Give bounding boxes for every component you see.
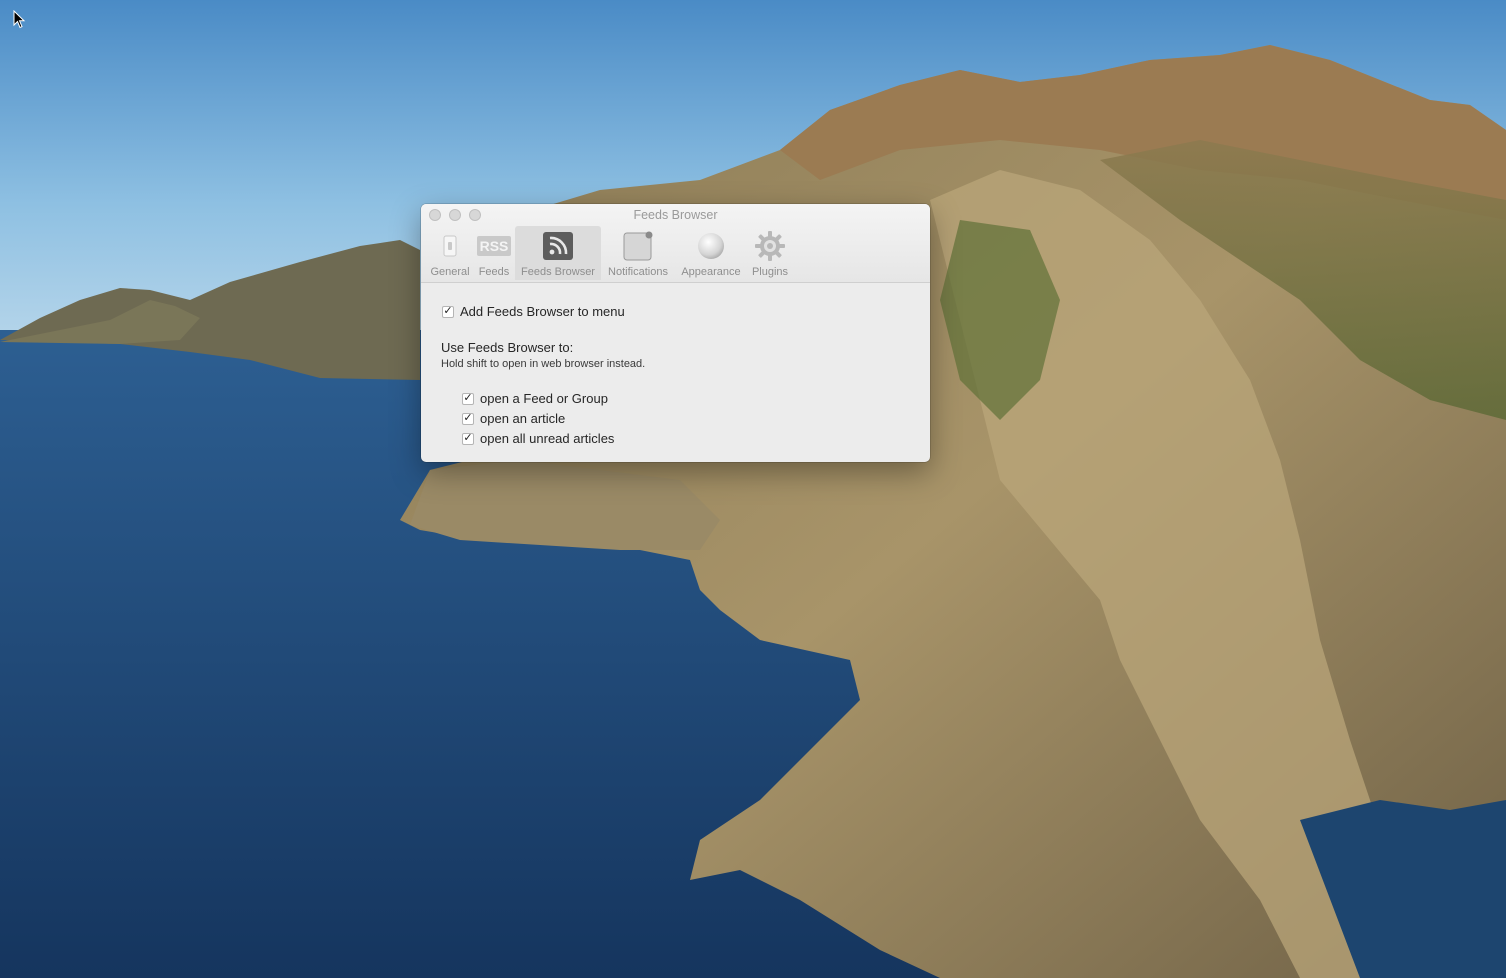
wallpaper-image	[0, 0, 1506, 978]
open-feed-label: open a Feed or Group	[480, 391, 608, 406]
option-open-feed-row[interactable]: ✓ open a Feed or Group	[462, 391, 608, 406]
window-titlebar[interactable]: Feeds Browser General RSS Feeds Feeds Br…	[421, 204, 930, 283]
open-article-checkbox[interactable]: ✓	[462, 412, 474, 425]
open-article-label: open an article	[480, 411, 566, 426]
tab-notifications[interactable]: Notifications	[601, 226, 675, 280]
tab-general[interactable]: General	[427, 226, 473, 280]
tab-plugins[interactable]: Plugins	[747, 226, 793, 280]
option-open-unread-row[interactable]: ✓ open all unread articles	[462, 431, 614, 446]
tab-feeds-browser[interactable]: Feeds Browser	[515, 226, 601, 280]
notification-icon	[621, 229, 655, 263]
tab-label: Plugins	[751, 266, 789, 278]
tab-label: Notifications	[608, 266, 668, 278]
open-feed-checkbox[interactable]: ✓	[462, 392, 474, 405]
tab-label: Feeds	[478, 266, 510, 278]
add-to-menu-label: Add Feeds Browser to menu	[460, 304, 625, 319]
gear-icon	[753, 229, 787, 263]
preferences-window: Feeds Browser General RSS Feeds Feeds Br…	[421, 204, 930, 462]
sphere-icon	[694, 229, 728, 263]
tab-label: Feeds Browser	[521, 266, 595, 278]
add-to-menu-checkbox[interactable]: ✓	[442, 305, 454, 318]
rss-icon: RSS	[477, 229, 511, 263]
window-title: Feeds Browser	[633, 208, 718, 222]
feed-icon	[541, 229, 575, 263]
shift-hint: Hold shift to open in web browser instea…	[441, 358, 646, 370]
tab-feeds[interactable]: RSS Feeds	[473, 226, 515, 280]
preferences-toolbar: General RSS Feeds Feeds Browser Notifica…	[427, 226, 793, 282]
open-unread-label: open all unread articles	[480, 431, 615, 446]
rss-text: RSS	[480, 238, 509, 254]
mouse-cursor-icon	[13, 10, 26, 29]
tab-label: Appearance	[681, 266, 741, 278]
add-to-menu-row[interactable]: ✓ Add Feeds Browser to menu	[442, 304, 625, 319]
switch-icon	[433, 229, 467, 263]
open-unread-checkbox[interactable]: ✓	[462, 432, 474, 445]
tab-label: General	[430, 266, 470, 278]
use-feeds-browser-heading: Use Feeds Browser to:	[441, 340, 574, 355]
option-open-article-row[interactable]: ✓ open an article	[462, 411, 565, 426]
tab-appearance[interactable]: Appearance	[675, 226, 747, 280]
desktop-wallpaper: Feeds Browser General RSS Feeds Feeds Br…	[0, 0, 1506, 978]
